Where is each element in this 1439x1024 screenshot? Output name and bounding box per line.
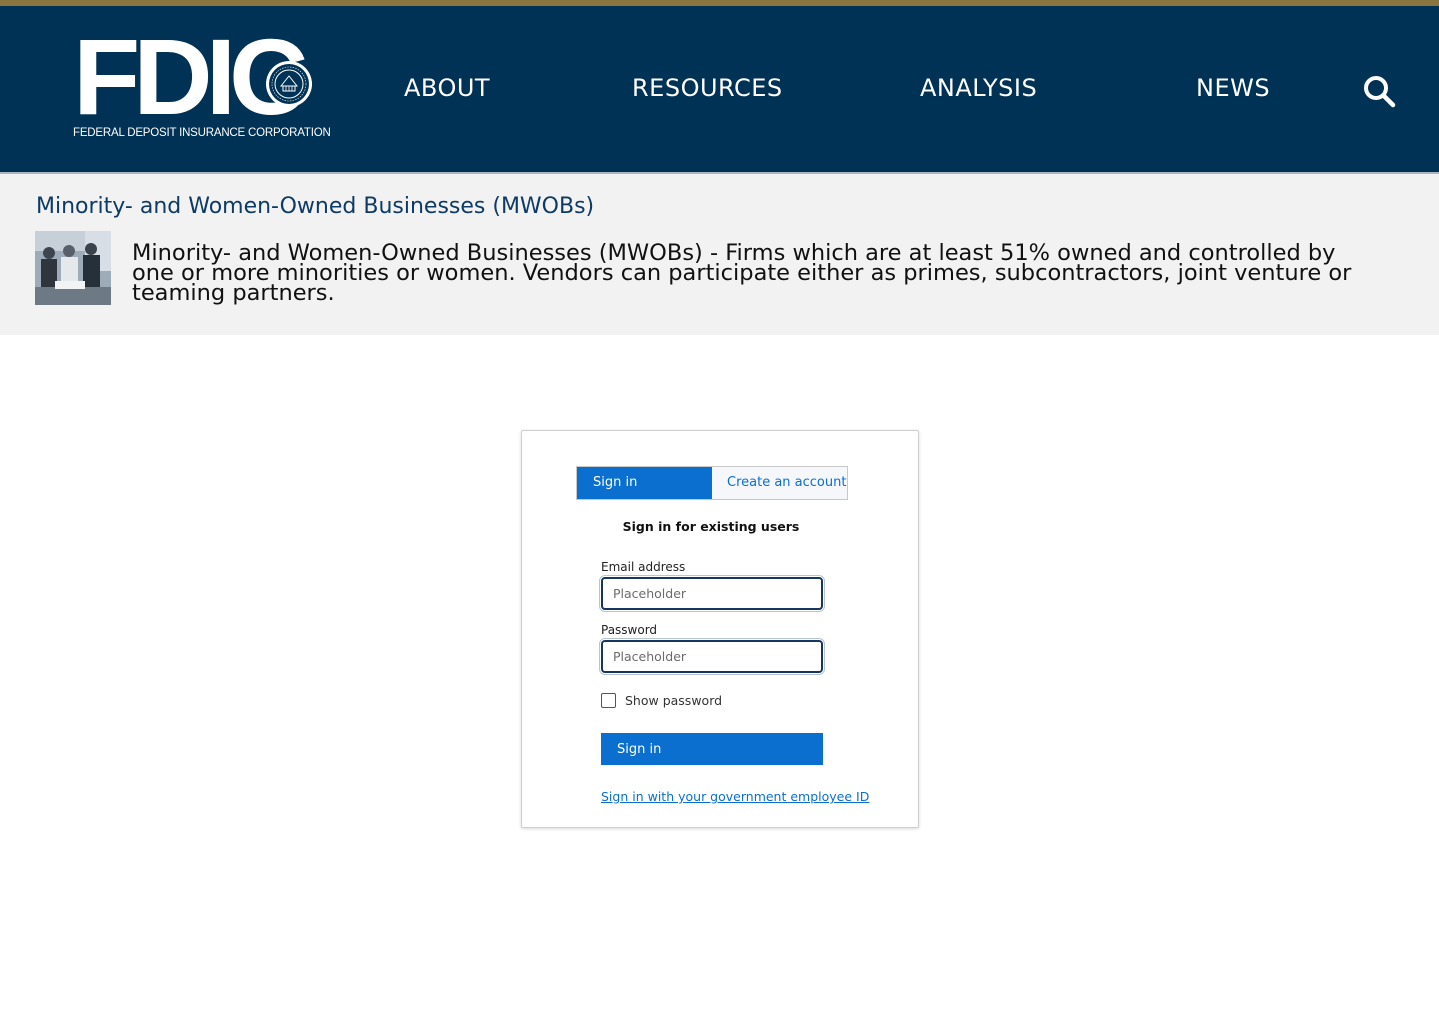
search-button[interactable] [1362,74,1396,108]
show-password-label[interactable]: Show password [625,693,722,708]
password-label: Password [601,623,658,637]
nav-analysis[interactable]: ANALYSIS [920,74,1037,102]
fdic-seal-icon [266,61,312,107]
sign-in-card: Sign in Create an account Sign in for ex… [521,430,919,828]
password-field[interactable] [599,638,825,675]
page: FDIC FEDERAL DEPOSIT INSURANCE CORPORATI… [0,0,1439,1024]
page-title: Minority- and Women-Owned Businesses (MW… [36,194,595,219]
topic-banner: Minority- and Women-Owned Businesses (MW… [0,174,1439,335]
banner-photo [35,231,111,305]
tab-create-account[interactable]: Create an account [712,467,847,499]
logo-subtitle: FEDERAL DEPOSIT INSURANCE CORPORATION [73,127,331,139]
email-field[interactable] [599,575,825,612]
nav-news[interactable]: NEWS [1196,74,1270,102]
business-people-photo-icon [35,231,111,305]
site-header: FDIC FEDERAL DEPOSIT INSURANCE CORPORATI… [0,6,1439,172]
auth-tabs: Sign in Create an account [576,466,848,500]
sign-in-heading: Sign in for existing users [622,519,800,534]
search-icon [1364,76,1396,108]
government-id-sign-in-link[interactable]: Sign in with your government employee ID [601,789,869,804]
nav-about[interactable]: ABOUT [404,74,490,102]
show-password-checkbox[interactable] [601,693,616,708]
nav-resources[interactable]: RESOURCES [632,74,783,102]
email-label: Email address [601,560,686,574]
sign-in-button[interactable]: Sign in [601,733,823,765]
banner-description: Minority- and Women-Owned Businesses (MW… [132,240,1352,306]
fdic-logo[interactable]: FDIC FEDERAL DEPOSIT INSURANCE CORPORATI… [73,23,331,142]
tab-sign-in[interactable]: Sign in [577,467,712,499]
